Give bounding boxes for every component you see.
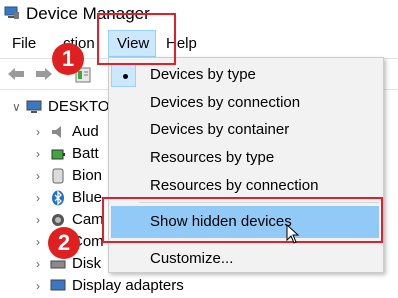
expand-icon[interactable]: ›: [36, 125, 40, 139]
expand-icon[interactable]: ›: [36, 147, 40, 161]
forward-arrow-icon[interactable]: [34, 66, 54, 82]
menu-item-label: Customize...: [150, 250, 234, 267]
tree-item[interactable]: › Batt: [36, 144, 116, 166]
tree-item[interactable]: › Disk: [36, 254, 116, 276]
annotation-box-view-menu: [97, 13, 176, 65]
menu-item-label: Devices by container: [150, 121, 290, 138]
biometric-icon: [52, 168, 64, 184]
menu-item-resources-by-type[interactable]: Resources by type: [109, 144, 383, 172]
step-1-badge: 1: [52, 43, 84, 75]
selected-indicator: [111, 63, 136, 87]
step-2-badge: 2: [48, 227, 80, 259]
expand-icon[interactable]: ›: [36, 213, 40, 227]
device-manager-icon: [4, 6, 19, 19]
tree-item-label: Bion: [72, 167, 103, 184]
tree-item[interactable]: › Display adapters: [36, 276, 236, 298]
back-arrow-icon[interactable]: [6, 66, 26, 82]
menu-item-label: Devices by connection: [150, 94, 301, 111]
audio-icon: [52, 126, 61, 138]
tree-item-label: Cam: [72, 211, 104, 228]
tree-item[interactable]: › Bion: [36, 166, 116, 188]
menu-item-devices-by-connection[interactable]: Devices by connection: [109, 89, 383, 117]
expand-icon[interactable]: ›: [36, 279, 40, 293]
menu-item-label: Resources by type: [150, 149, 275, 166]
annotation-box-show-hidden: [102, 197, 383, 243]
tree-item-label: Batt: [72, 145, 99, 162]
camera-icon: [52, 214, 64, 226]
bluetooth-icon: [52, 190, 64, 206]
menu-item-customize[interactable]: Customize...: [109, 245, 383, 273]
collapse-icon[interactable]: ∨: [12, 100, 21, 114]
expand-icon[interactable]: ›: [36, 235, 40, 249]
menu-item-resources-by-connection[interactable]: Resources by connection: [109, 172, 383, 200]
battery-icon: [51, 149, 65, 160]
expand-icon[interactable]: ›: [36, 257, 40, 271]
menu-item-devices-by-type[interactable]: Devices by type: [109, 61, 383, 89]
tree-item[interactable]: › Aud: [36, 122, 116, 144]
tree-item-label: Aud: [72, 123, 99, 140]
menu-file[interactable]: File: [12, 35, 36, 52]
computer-icon: [26, 100, 42, 113]
title-bar: Device Manager: [0, 0, 398, 30]
menu-item-label: Devices by type: [150, 66, 256, 83]
menu-item-label: Resources by connection: [150, 177, 319, 194]
bullet-icon: [123, 74, 128, 79]
menu-item-devices-by-container[interactable]: Devices by container: [109, 116, 383, 144]
expand-icon[interactable]: ›: [36, 191, 40, 205]
tree-root[interactable]: ∨ DESKTO: [12, 97, 112, 119]
expand-icon[interactable]: ›: [36, 169, 40, 183]
mouse-cursor-icon: [286, 224, 300, 244]
tree-root-label: DESKTO: [48, 98, 110, 115]
tree-item-label: Display adapters: [72, 277, 184, 294]
tree-item-label: Disk: [72, 255, 102, 272]
tree-item-label: Blue: [72, 189, 103, 206]
